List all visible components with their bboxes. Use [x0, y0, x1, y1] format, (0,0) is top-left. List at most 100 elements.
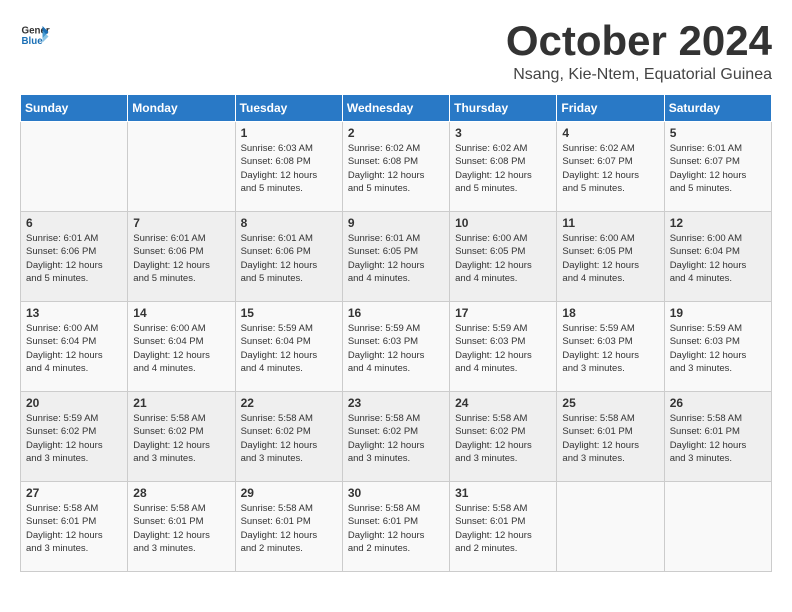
- day-info: Sunrise: 6:00 AM Sunset: 6:04 PM Dayligh…: [670, 232, 766, 285]
- calendar-cell: 7Sunrise: 6:01 AM Sunset: 6:06 PM Daylig…: [128, 212, 235, 302]
- logo-icon: General Blue: [20, 20, 50, 50]
- week-row-0: 1Sunrise: 6:03 AM Sunset: 6:08 PM Daylig…: [21, 122, 772, 212]
- day-info: Sunrise: 6:02 AM Sunset: 6:08 PM Dayligh…: [348, 142, 444, 195]
- day-info: Sunrise: 5:59 AM Sunset: 6:03 PM Dayligh…: [348, 322, 444, 375]
- calendar-cell: [21, 122, 128, 212]
- svg-text:Blue: Blue: [22, 36, 44, 47]
- subtitle: Nsang, Kie-Ntem, Equatorial Guinea: [506, 66, 772, 84]
- calendar-cell: 22 Sunrise: 5:58 AM Sunset: 6:02 PM Dayli…: [235, 392, 342, 482]
- day-number: 16: [348, 306, 444, 320]
- header-friday: Friday: [557, 95, 664, 122]
- calendar-cell: 11Sunrise: 6:00 AM Sunset: 6:05 PM Dayli…: [557, 212, 664, 302]
- day-number: 10: [455, 216, 551, 230]
- calendar-body: 1Sunrise: 6:03 AM Sunset: 6:08 PM Daylig…: [21, 122, 772, 572]
- day-info: Sunrise: 6:00 AM Sunset: 6:04 PM Dayligh…: [133, 322, 229, 375]
- calendar-cell: 12 Sunrise: 6:00 AM Sunset: 6:04 PM Dayli…: [664, 212, 771, 302]
- week-row-3: 20 Sunrise: 5:59 AM Sunset: 6:02 PM Dayli…: [21, 392, 772, 482]
- day-number: 22: [241, 396, 337, 410]
- day-number: 12: [670, 216, 766, 230]
- calendar-cell: 19 Sunrise: 5:59 AM Sunset: 6:03 PM Dayli…: [664, 302, 771, 392]
- week-row-1: 6 Sunrise: 6:01 AM Sunset: 6:06 PM Daylig…: [21, 212, 772, 302]
- day-number: 17: [455, 306, 551, 320]
- calendar-cell: 1Sunrise: 6:03 AM Sunset: 6:08 PM Daylig…: [235, 122, 342, 212]
- day-info: Sunrise: 5:59 AM Sunset: 6:04 PM Dayligh…: [241, 322, 337, 375]
- day-info: Sunrise: 6:02 AM Sunset: 6:08 PM Dayligh…: [455, 142, 551, 195]
- calendar-cell: 5 Sunrise: 6:01 AM Sunset: 6:07 PM Daylig…: [664, 122, 771, 212]
- header-saturday: Saturday: [664, 95, 771, 122]
- day-number: 21: [133, 396, 229, 410]
- day-info: Sunrise: 5:58 AM Sunset: 6:01 PM Dayligh…: [133, 502, 229, 555]
- day-info: Sunrise: 6:01 AM Sunset: 6:07 PM Dayligh…: [670, 142, 766, 195]
- day-number: 2: [348, 126, 444, 140]
- calendar-cell: 21Sunrise: 5:58 AM Sunset: 6:02 PM Dayli…: [128, 392, 235, 482]
- day-number: 11: [562, 216, 658, 230]
- day-number: 27: [26, 486, 122, 500]
- day-info: Sunrise: 6:00 AM Sunset: 6:04 PM Dayligh…: [26, 322, 122, 375]
- day-number: 23: [348, 396, 444, 410]
- day-info: Sunrise: 5:58 AM Sunset: 6:01 PM Dayligh…: [26, 502, 122, 555]
- day-info: Sunrise: 6:01 AM Sunset: 6:06 PM Dayligh…: [241, 232, 337, 285]
- day-info: Sunrise: 5:58 AM Sunset: 6:01 PM Dayligh…: [241, 502, 337, 555]
- calendar-cell: 17 Sunrise: 5:59 AM Sunset: 6:03 PM Dayli…: [450, 302, 557, 392]
- day-number: 29: [241, 486, 337, 500]
- calendar-cell: [664, 482, 771, 572]
- logo: General Blue: [20, 20, 50, 50]
- day-number: 1: [241, 126, 337, 140]
- calendar-cell: 2 Sunrise: 6:02 AM Sunset: 6:08 PM Daylig…: [342, 122, 449, 212]
- day-info: Sunrise: 6:02 AM Sunset: 6:07 PM Dayligh…: [562, 142, 658, 195]
- calendar-cell: 6Sunrise: 6:01 AM Sunset: 6:06 PM Daylig…: [21, 212, 128, 302]
- day-number: 3: [455, 126, 551, 140]
- day-number: 18: [562, 306, 658, 320]
- calendar-cell: 28 Sunrise: 5:58 AM Sunset: 6:01 PM Dayli…: [128, 482, 235, 572]
- calendar-cell: 15 Sunrise: 5:59 AM Sunset: 6:04 PM Dayli…: [235, 302, 342, 392]
- day-info: Sunrise: 5:58 AM Sunset: 6:01 PM Dayligh…: [348, 502, 444, 555]
- day-info: Sunrise: 5:59 AM Sunset: 6:03 PM Dayligh…: [670, 322, 766, 375]
- day-number: 28: [133, 486, 229, 500]
- day-number: 6: [26, 216, 122, 230]
- day-number: 4: [562, 126, 658, 140]
- header-thursday: Thursday: [450, 95, 557, 122]
- calendar-cell: 3 Sunrise: 6:02 AM Sunset: 6:08 PM Daylig…: [450, 122, 557, 212]
- calendar-cell: 16 Sunrise: 5:59 AM Sunset: 6:03 PM Dayli…: [342, 302, 449, 392]
- day-number: 31: [455, 486, 551, 500]
- calendar-header-row: SundayMondayTuesdayWednesdayThursdayFrid…: [21, 95, 772, 122]
- header-monday: Monday: [128, 95, 235, 122]
- day-info: Sunrise: 6:01 AM Sunset: 6:06 PM Dayligh…: [133, 232, 229, 285]
- day-info: Sunrise: 5:59 AM Sunset: 6:03 PM Dayligh…: [455, 322, 551, 375]
- day-info: Sunrise: 5:58 AM Sunset: 6:01 PM Dayligh…: [670, 412, 766, 465]
- calendar-cell: 4 Sunrise: 6:02 AM Sunset: 6:07 PM Daylig…: [557, 122, 664, 212]
- calendar-cell: 26Sunrise: 5:58 AM Sunset: 6:01 PM Dayli…: [664, 392, 771, 482]
- day-number: 30: [348, 486, 444, 500]
- day-number: 8: [241, 216, 337, 230]
- header-tuesday: Tuesday: [235, 95, 342, 122]
- calendar-cell: 29 Sunrise: 5:58 AM Sunset: 6:01 PM Dayli…: [235, 482, 342, 572]
- day-number: 9: [348, 216, 444, 230]
- header-sunday: Sunday: [21, 95, 128, 122]
- day-number: 19: [670, 306, 766, 320]
- calendar-cell: 13Sunrise: 6:00 AM Sunset: 6:04 PM Dayli…: [21, 302, 128, 392]
- calendar-cell: 31 Sunrise: 5:58 AM Sunset: 6:01 PM Dayli…: [450, 482, 557, 572]
- day-number: 20: [26, 396, 122, 410]
- calendar-cell: 25Sunrise: 5:58 AM Sunset: 6:01 PM Dayli…: [557, 392, 664, 482]
- header-wednesday: Wednesday: [342, 95, 449, 122]
- calendar-cell: 9 Sunrise: 6:01 AM Sunset: 6:05 PM Daylig…: [342, 212, 449, 302]
- week-row-4: 27 Sunrise: 5:58 AM Sunset: 6:01 PM Dayli…: [21, 482, 772, 572]
- title-section: October 2024 Nsang, Kie-Ntem, Equatorial…: [506, 20, 772, 84]
- day-info: Sunrise: 6:01 AM Sunset: 6:05 PM Dayligh…: [348, 232, 444, 285]
- calendar-cell: 30 Sunrise: 5:58 AM Sunset: 6:01 PM Dayli…: [342, 482, 449, 572]
- calendar-table: SundayMondayTuesdayWednesdayThursdayFrid…: [20, 94, 772, 572]
- day-info: Sunrise: 5:58 AM Sunset: 6:01 PM Dayligh…: [455, 502, 551, 555]
- day-info: Sunrise: 5:59 AM Sunset: 6:03 PM Dayligh…: [562, 322, 658, 375]
- calendar-cell: 23Sunrise: 5:58 AM Sunset: 6:02 PM Dayli…: [342, 392, 449, 482]
- day-info: Sunrise: 5:59 AM Sunset: 6:02 PM Dayligh…: [26, 412, 122, 465]
- calendar-cell: 8 Sunrise: 6:01 AM Sunset: 6:06 PM Daylig…: [235, 212, 342, 302]
- calendar-cell: 20 Sunrise: 5:59 AM Sunset: 6:02 PM Dayli…: [21, 392, 128, 482]
- day-number: 25: [562, 396, 658, 410]
- day-info: Sunrise: 6:00 AM Sunset: 6:05 PM Dayligh…: [455, 232, 551, 285]
- day-number: 5: [670, 126, 766, 140]
- week-row-2: 13Sunrise: 6:00 AM Sunset: 6:04 PM Dayli…: [21, 302, 772, 392]
- day-info: Sunrise: 5:58 AM Sunset: 6:02 PM Dayligh…: [241, 412, 337, 465]
- day-number: 15: [241, 306, 337, 320]
- day-number: 14: [133, 306, 229, 320]
- day-number: 24: [455, 396, 551, 410]
